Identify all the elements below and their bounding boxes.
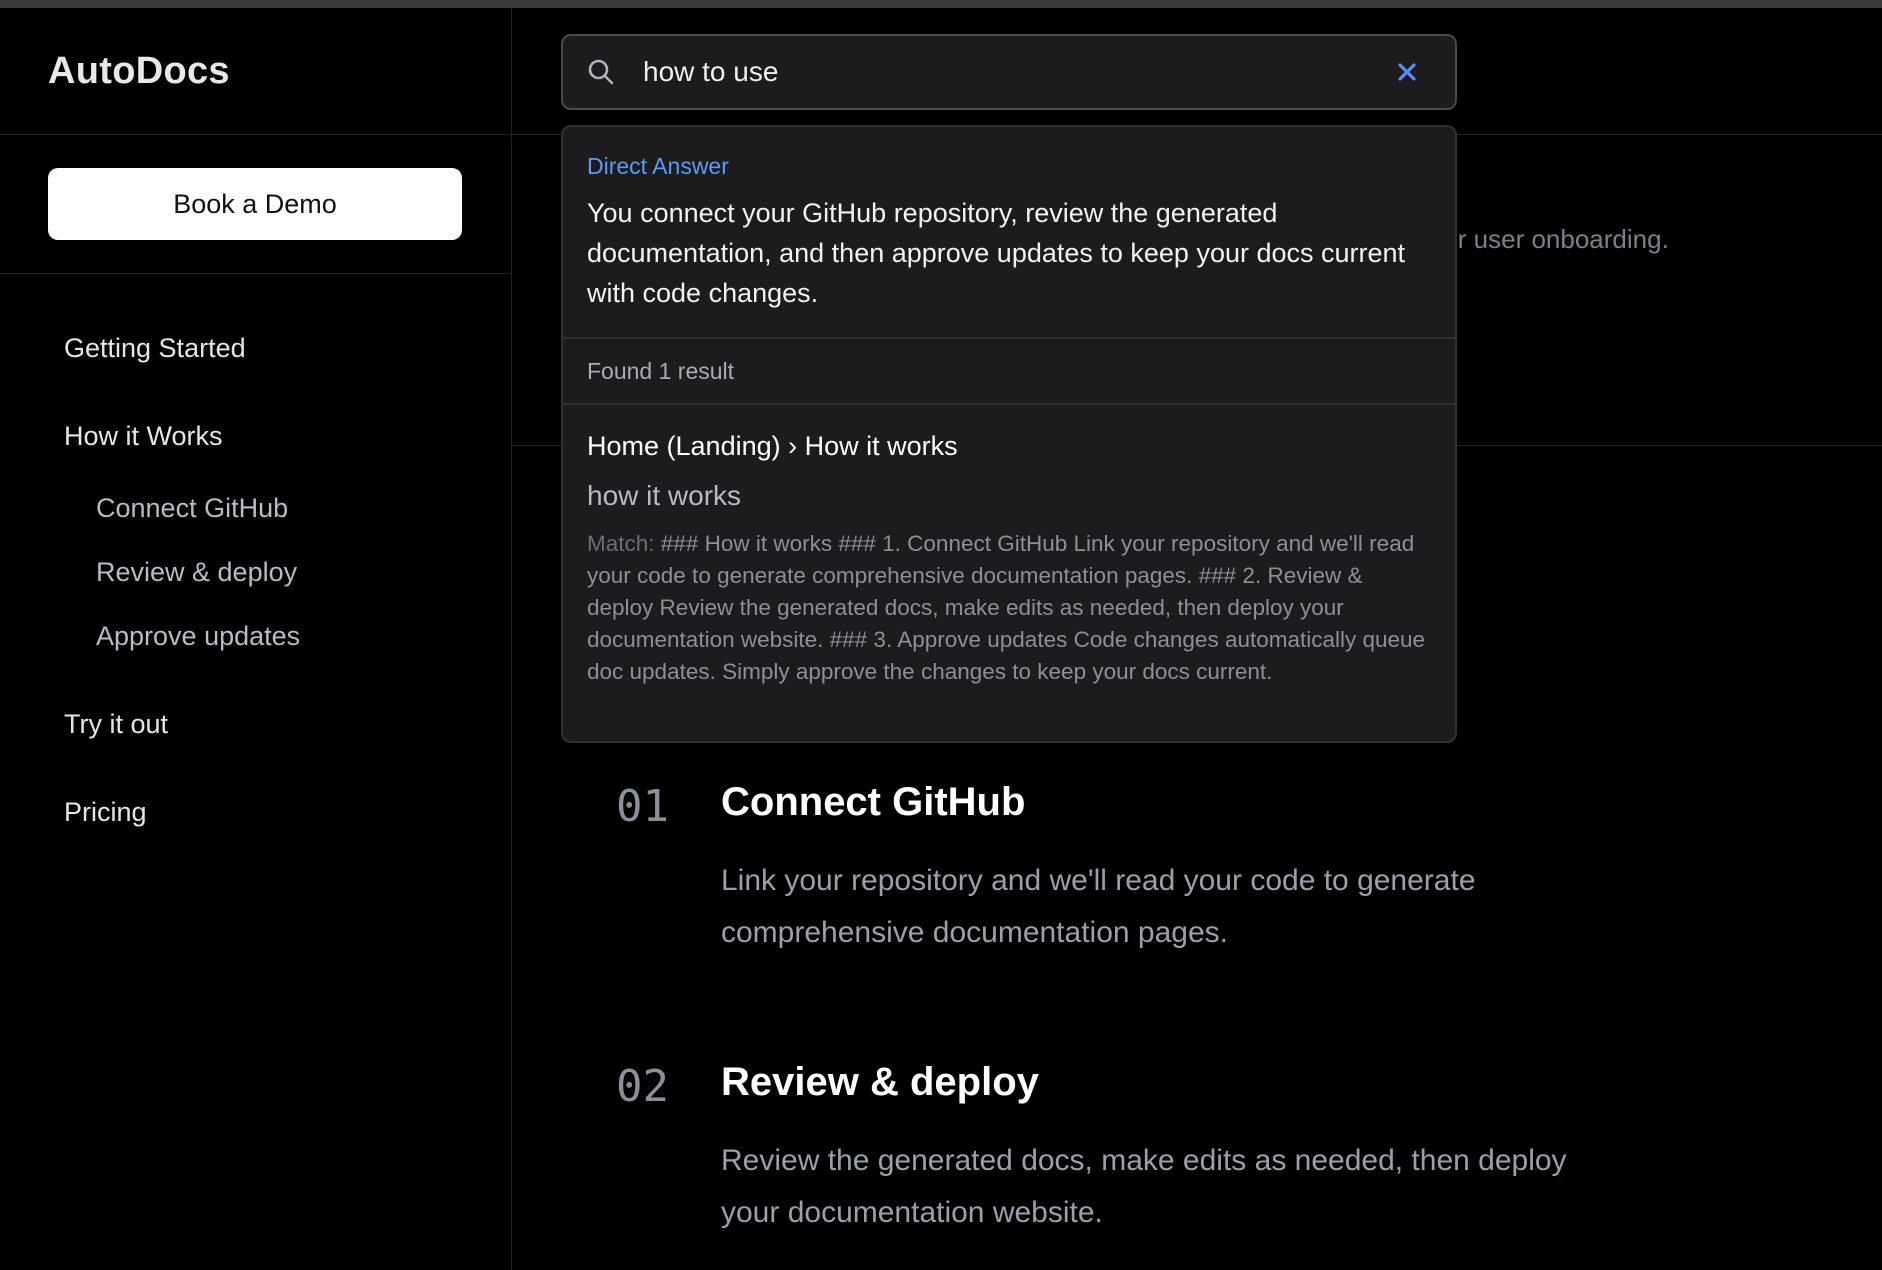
match-prefix: Match:	[587, 531, 655, 556]
search-bar[interactable]	[561, 34, 1457, 110]
sidebar: AutoDocs Book a Demo Getting Started How…	[0, 8, 512, 1270]
sidebar-subitem-approve-updates[interactable]: Approve updates	[96, 621, 300, 652]
hero-subtitle-fragment: ir user onboarding.	[1452, 224, 1669, 254]
step-number: 01	[616, 781, 669, 832]
results-count: Found 1 result	[587, 358, 735, 384]
direct-answer-text: You connect your GitHub repository, revi…	[587, 198, 1406, 308]
match-text: ### How it works ### 1. Connect GitHub L…	[587, 531, 1426, 684]
sidebar-item-pricing[interactable]: Pricing	[64, 797, 147, 828]
search-results-dropdown: Direct Answer You connect your GitHub re…	[561, 125, 1457, 743]
step-description: Review the generated docs, make edits as…	[721, 1144, 1567, 1229]
sidebar-subitem-review-deploy[interactable]: Review & deploy	[96, 557, 297, 588]
sidebar-item-getting-started[interactable]: Getting Started	[64, 333, 246, 364]
book-demo-button[interactable]: Book a Demo	[48, 168, 462, 240]
sidebar-item-how-it-works[interactable]: How it Works	[64, 421, 223, 452]
step-description: Link your repository and we'll read your…	[721, 864, 1476, 949]
step-title: Connect GitHub	[721, 780, 1026, 824]
sidebar-header: AutoDocs	[0, 8, 511, 135]
sidebar-subitem-connect-github[interactable]: Connect GitHub	[96, 493, 288, 524]
result-breadcrumb: Home (Landing) › How it works	[587, 431, 958, 461]
sidebar-cta: Book a Demo	[0, 135, 511, 274]
results-count-section: Found 1 result	[563, 339, 1455, 405]
step-title: Review & deploy	[721, 1060, 1039, 1104]
step-number: 02	[616, 1061, 669, 1112]
window-top-border	[0, 0, 1882, 8]
close-icon[interactable]	[1391, 56, 1423, 88]
search-input[interactable]	[643, 50, 1343, 94]
result-heading: how it works	[587, 480, 742, 511]
brand-logo[interactable]: AutoDocs	[48, 50, 230, 93]
result-match-snippet: Match: ### How it works ### 1. Connect G…	[587, 528, 1435, 688]
direct-answer-label: Direct Answer	[587, 153, 729, 179]
sidebar-item-try-it-out[interactable]: Try it out	[64, 709, 168, 740]
search-result-item[interactable]: Home (Landing) › How it works how it wor…	[563, 405, 1455, 741]
direct-answer-section: Direct Answer You connect your GitHub re…	[563, 127, 1455, 339]
search-icon	[587, 58, 615, 86]
